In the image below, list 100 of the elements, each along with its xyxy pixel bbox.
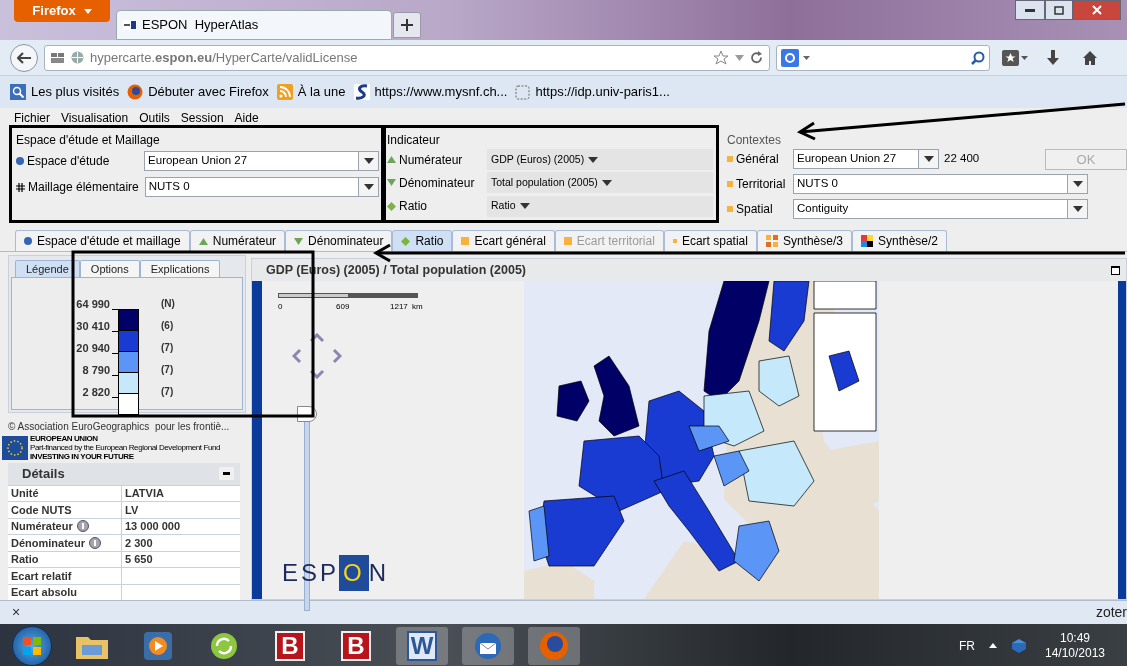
home-button[interactable] [1082,49,1098,66]
tab[interactable]: Ecart général [452,230,555,251]
detail-label: Ecart absolu [11,585,78,600]
windows-logo-icon [23,636,41,655]
bookmark-link[interactable]: https://www.mysnf.ch... [353,82,508,102]
start-button[interactable] [12,625,52,666]
dropdown[interactable]: European Union 27 [793,149,939,169]
dropdown[interactable]: NUTS 0 [144,177,379,197]
caret-icon [923,156,934,162]
scale-label: 1217 [390,301,408,313]
square-icon [727,181,733,187]
tab[interactable]: Dénominateur [285,230,393,251]
menu-item[interactable]: Visualisation [61,111,129,125]
search-engine-icon [781,48,799,67]
back-button[interactable] [10,43,38,72]
panel-title: Détails [22,464,65,483]
triangle-up-icon [198,237,208,245]
search-field[interactable] [776,44,990,71]
dropdown[interactable]: NUTS 0 [793,174,1088,194]
minimize-button[interactable] [1015,0,1045,20]
caret-icon [1021,55,1028,60]
collapse-button[interactable] [219,467,234,480]
dropdown[interactable]: European Union 27 [144,151,379,171]
menu-item[interactable]: Aide [234,111,259,125]
detail-label: Dénominateur [11,535,85,551]
banner-text: Part-financed by the European Regional Development Fund [30,443,221,453]
tab[interactable]: Ratio [392,230,453,251]
detail-label: Code NUTS [11,502,72,518]
taskbar-app[interactable]: B [264,626,316,665]
dropdown[interactable]: Contiguity [793,199,1088,219]
close-icon [1092,5,1102,15]
clock-date: 14/10/2013 [1044,645,1106,661]
colored-squares-icon [860,235,873,247]
triangle-down-icon [387,179,396,187]
new-tab-button[interactable] [393,12,421,38]
word-logo: W [407,630,437,661]
bookmark-link[interactable]: Débuter avec Firefox [127,82,269,102]
bookmark-link[interactable]: https://idp.univ-paris1... [515,82,670,102]
side-tab[interactable]: Options [79,260,140,277]
taskbar-app[interactable]: W [396,626,448,665]
diamond-icon [387,201,396,211]
close-button[interactable]: × [12,602,21,623]
maximize-button[interactable] [1111,265,1120,275]
field-label: Espace d'étude [27,153,111,170]
field-label: Général [736,151,780,168]
star-icon [713,50,729,65]
s-logo-icon [353,84,370,100]
taskbar-app[interactable]: B [330,626,382,665]
dropdown[interactable]: GDP (Euros) (2005) [487,149,713,171]
side-tab[interactable]: Explications [139,260,221,277]
dropdown[interactable]: Total population (2005) [487,172,713,194]
field-label: Maillage élémentaire [28,179,140,196]
menu-item[interactable]: Fichier [14,111,50,125]
caret-icon [519,203,530,210]
square-icon [727,206,733,212]
grid-icon [16,182,25,192]
caret-icon [363,158,374,164]
square-icon [563,237,572,245]
side-tab[interactable]: Légende [15,260,80,277]
puzzle-icon [765,235,778,247]
minus-icon [223,472,230,475]
taskbar-app[interactable] [462,626,514,665]
downloads-button[interactable] [1046,49,1060,66]
panel-title: Indicateur [387,132,441,147]
pan-control[interactable] [292,333,342,379]
legend-value: 30 410 [76,320,110,332]
tab[interactable]: Synthèse/2 [851,230,947,251]
legend-value: 20 940 [76,342,110,354]
field-label: Spatial [736,201,774,218]
language-indicator[interactable]: FR [959,636,975,655]
copyright-text: © Association EuroGeographics pour les frontiè... [8,421,231,434]
detail-value: 13 000 000 [125,519,181,534]
reload-icon [750,51,763,64]
tab[interactable]: Synthèse/3 [756,230,852,251]
bookmarks-menu-button[interactable] [1002,49,1028,66]
tab[interactable]: Numérateur [189,230,286,251]
panel-title: Contextes [727,132,783,145]
menu-item[interactable]: Outils [139,111,170,125]
search-page-icon [10,84,26,100]
up-caret-icon [989,643,997,648]
eu-flag-icon [2,435,28,460]
diamond-icon [401,236,411,246]
firefox-icon [539,630,569,661]
scale-label: km [412,301,423,313]
menu-item[interactable]: Session [180,111,224,125]
scale-bar-icon [278,293,418,298]
address-bar[interactable]: hypercarte.espon.eu/HyperCarte/validLicense [44,44,770,71]
close-button[interactable] [1073,0,1121,20]
legend-value: 64 990 [76,298,110,310]
addon-label: zoter [1095,603,1127,622]
plus-icon [401,19,413,31]
tab[interactable]: Espace d'étude et maillage [15,230,190,251]
bookmark-link[interactable]: À la une [276,82,346,102]
dropdown[interactable]: Ratio [487,195,713,217]
bookmark-link[interactable]: Les plus visités [10,82,120,102]
detail-label: Ratio [11,552,39,567]
reading-text: 22 400 [943,151,981,167]
browser-tab[interactable]: ESPON HyperAtlas [116,10,392,40]
home-icon [1082,49,1098,66]
tab[interactable]: Ecart spatial [663,230,757,251]
